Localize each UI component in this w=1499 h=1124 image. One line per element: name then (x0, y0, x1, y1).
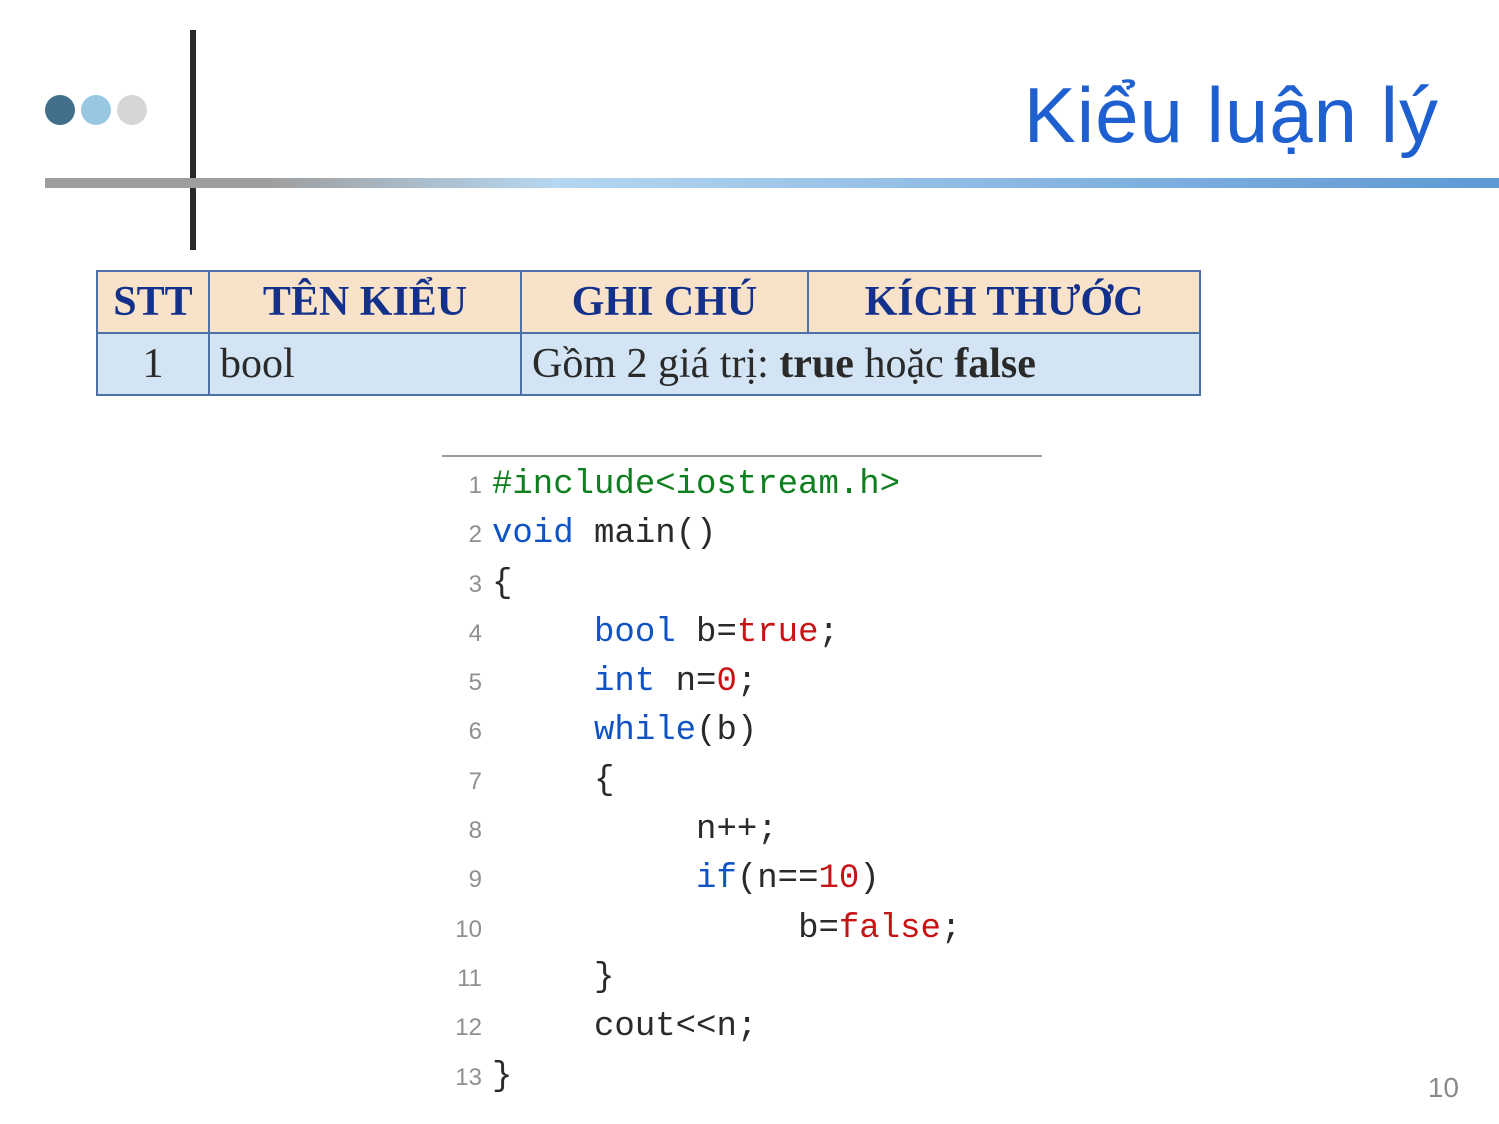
code-line: 7 { (442, 757, 1042, 806)
code-sample: 1 #include<iostream.h> 2 void main() 3 {… (442, 455, 1042, 1102)
slide-bullet-dots (45, 95, 147, 125)
dot-icon (45, 95, 75, 125)
tok-ident: main() (574, 515, 717, 553)
tok-ident: n++; (696, 811, 778, 849)
pad (492, 910, 798, 948)
tok-ident: (b) (696, 712, 757, 750)
pad (492, 614, 594, 652)
col-header-ghi: GHI CHÚ (521, 271, 808, 333)
tok-punct: { (492, 565, 512, 603)
tok-keyword: if (696, 860, 737, 898)
code-line: 6 while(b) (442, 707, 1042, 756)
tok-punct: } (492, 1058, 512, 1096)
tok-ident: (n== (737, 860, 819, 898)
horizontal-rule (45, 178, 1499, 188)
code-line: 10 b=false; (442, 905, 1042, 954)
code-line: 13 } (442, 1053, 1042, 1102)
tok-ident: n= (655, 663, 716, 701)
cell-stt: 1 (97, 333, 209, 395)
pad (492, 762, 594, 800)
cell-ten: bool (209, 333, 521, 395)
tok-ident: b= (798, 910, 839, 948)
line-number: 5 (442, 666, 492, 701)
pad (492, 1008, 594, 1046)
note-false: false (954, 341, 1036, 387)
line-number: 9 (442, 863, 492, 898)
dot-icon (117, 95, 147, 125)
tok-ident: cout<<n; (594, 1008, 757, 1046)
tok-keyword: int (594, 663, 655, 701)
col-header-stt: STT (97, 271, 209, 333)
tok-punct: } (594, 959, 614, 997)
pad (492, 663, 594, 701)
line-number: 7 (442, 765, 492, 800)
code-line: 9 if(n==10) (442, 855, 1042, 904)
tok-literal: true (737, 614, 819, 652)
pad (492, 712, 594, 750)
slide-title: Kiểu luận lý (1024, 70, 1439, 161)
code-line: 11 } (442, 954, 1042, 1003)
col-header-ten: TÊN KIỂU (209, 271, 521, 333)
tok-keyword: bool (594, 614, 676, 652)
line-number: 2 (442, 518, 492, 553)
line-number: 8 (442, 814, 492, 849)
line-number: 10 (442, 913, 492, 948)
tok-keyword: void (492, 515, 574, 553)
line-number: 11 (442, 962, 492, 997)
col-header-kich: KÍCH THƯỚC (808, 271, 1200, 333)
table-header-row: STT TÊN KIỂU GHI CHÚ KÍCH THƯỚC (97, 271, 1200, 333)
pad (492, 959, 594, 997)
table-row: 1 bool Gồm 2 giá trị: true hoặc false (97, 333, 1200, 395)
line-number: 3 (442, 568, 492, 603)
tok-punct: { (594, 762, 614, 800)
note-mid: hoặc (854, 341, 954, 387)
tok-literal: false (839, 910, 941, 948)
tok-punct: ; (941, 910, 961, 948)
pad (492, 860, 696, 898)
tok-punct: ; (819, 614, 839, 652)
tok-ident: b= (676, 614, 737, 652)
code-line: 12 cout<<n; (442, 1003, 1042, 1052)
code-line: 4 bool b=true; (442, 609, 1042, 658)
tok-keyword: while (594, 712, 696, 750)
tok-punct: ) (859, 860, 879, 898)
line-number: 12 (442, 1011, 492, 1046)
cell-note: Gồm 2 giá trị: true hoặc false (521, 333, 1200, 395)
code-line: 1 #include<iostream.h> (442, 461, 1042, 510)
vertical-rule (190, 30, 196, 250)
tok-preproc: #include<iostream.h> (492, 466, 900, 504)
line-number: 13 (442, 1061, 492, 1096)
note-true: true (779, 341, 854, 387)
page-number: 10 (1428, 1072, 1459, 1104)
note-prefix: Gồm 2 giá trị: (532, 341, 779, 387)
line-number: 4 (442, 617, 492, 652)
code-line: 5 int n=0; (442, 658, 1042, 707)
code-line: 8 n++; (442, 806, 1042, 855)
type-table: STT TÊN KIỂU GHI CHÚ KÍCH THƯỚC 1 bool G… (96, 270, 1201, 396)
line-number: 1 (442, 469, 492, 504)
tok-punct: ; (737, 663, 757, 701)
pad (492, 811, 696, 849)
line-number: 6 (442, 715, 492, 750)
code-line: 3 { (442, 560, 1042, 609)
tok-literal: 0 (716, 663, 736, 701)
code-line: 2 void main() (442, 510, 1042, 559)
tok-literal: 10 (818, 860, 859, 898)
dot-icon (81, 95, 111, 125)
